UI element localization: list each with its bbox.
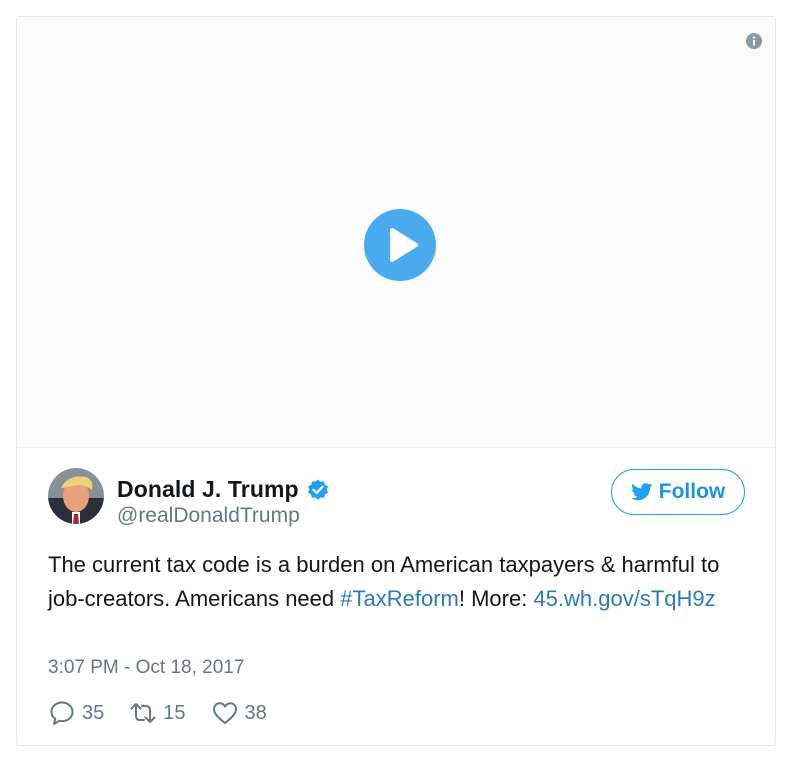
action-bar: 35 15 38 [48,699,292,727]
like-button[interactable]: 38 [211,699,267,727]
tweet-text: The current tax code is a burden on Amer… [48,548,738,616]
info-icon[interactable] [746,33,762,49]
follow-button[interactable]: Follow [611,469,745,515]
reply-icon [50,701,74,725]
play-button[interactable] [364,209,436,281]
tweet-body: Donald J. Trump @realDonaldTrump Follow … [17,447,775,745]
like-count: 38 [244,701,267,724]
retweet-button[interactable]: 15 [129,699,186,727]
display-name[interactable]: Donald J. Trump [117,476,299,503]
retweet-count: 15 [163,701,186,724]
avatar[interactable] [48,468,104,524]
twitter-bird-icon [630,483,653,501]
tweet-embed-card: Donald J. Trump @realDonaldTrump Follow … [16,16,776,746]
retweet-icon [130,703,156,723]
verified-badge-icon [307,479,328,500]
reply-button[interactable]: 35 [48,699,104,727]
video-player[interactable] [17,17,775,448]
hashtag-link[interactable]: #TaxReform [340,586,459,611]
heart-icon [212,702,237,724]
user-handle[interactable]: @realDonaldTrump [117,504,300,528]
follow-label: Follow [658,480,726,503]
timestamp[interactable]: 3:07 PM - Oct 18, 2017 [48,657,244,679]
tweet-text-part2: ! More: [458,586,534,611]
reply-count: 35 [82,701,105,724]
author-name-row[interactable]: Donald J. Trump [117,476,330,503]
avatar-image [48,468,104,524]
url-link[interactable]: 45.wh.gov/sTqH9z [533,586,715,611]
